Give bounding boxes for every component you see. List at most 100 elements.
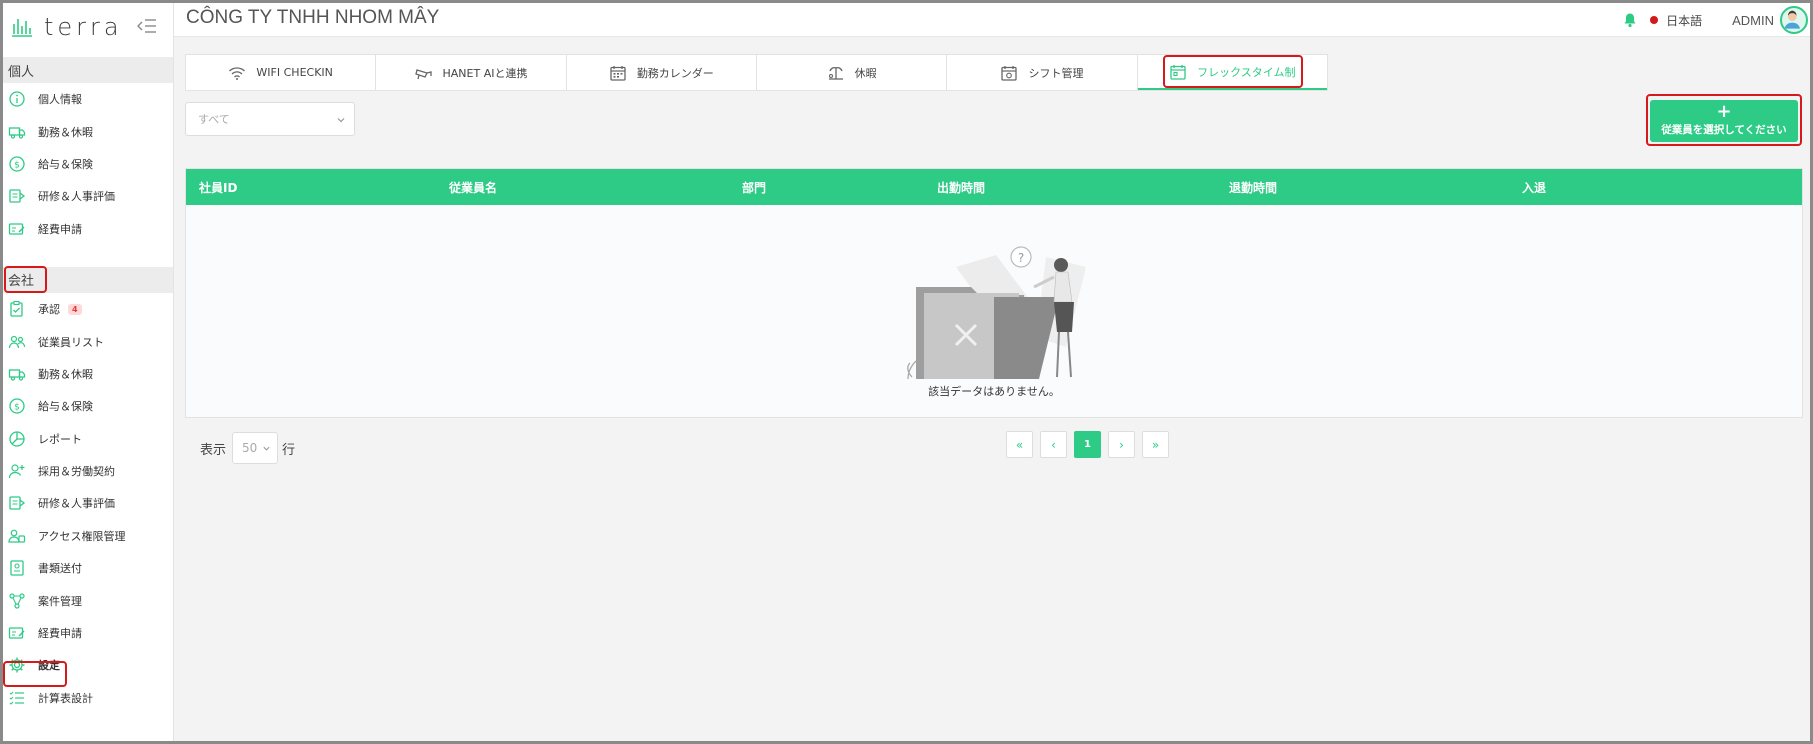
sidebar-item-label: 採用＆労働契約	[38, 465, 115, 479]
tab-work-calendar[interactable]: 勤務カレンダー	[567, 55, 757, 90]
sidebar-item-projects[interactable]: 案件管理	[3, 584, 173, 616]
tab-label: 勤務カレンダー	[636, 66, 714, 80]
flex-calendar-icon	[1169, 64, 1187, 80]
sidebar-item-employee-list[interactable]: 従業員リスト	[3, 325, 173, 357]
sidebar-item-label: 設定	[38, 659, 60, 673]
shift-icon	[1000, 65, 1018, 81]
list-icon	[8, 689, 26, 707]
approval-icon	[8, 300, 26, 318]
language-selector[interactable]: 日本語	[1666, 12, 1702, 29]
tab-label: シフト管理	[1028, 66, 1084, 80]
rows-per-page-select[interactable]: 50	[232, 432, 279, 464]
select-employee-label: 従業員を選択してください	[1661, 124, 1787, 136]
pagination: « ‹ 1 › »	[1006, 431, 1176, 458]
wifi-icon	[228, 65, 246, 81]
sidebar-item-label: 書類送付	[38, 562, 82, 576]
page-1-button[interactable]: 1	[1074, 431, 1101, 458]
avatar[interactable]	[1780, 6, 1808, 34]
tab-label: WIFI CHECKIN	[256, 66, 333, 79]
sidebar-item-label: 経費申請	[38, 627, 82, 641]
sidebar-item-label: 研修＆人事評価	[38, 190, 115, 204]
prev-page-button[interactable]: ‹	[1040, 431, 1067, 458]
user-add-icon	[8, 462, 26, 480]
sidebar-item-access[interactable]: アクセス権限管理	[3, 520, 173, 552]
tab-label: フレックスタイム制	[1197, 65, 1296, 79]
vacation-icon	[827, 65, 845, 81]
company-name: CÔNG TY TNHH NHOM MÂY	[186, 7, 440, 28]
sidebar-item-recruitment[interactable]: 採用＆労働契約	[3, 455, 173, 487]
tab-vacation[interactable]: 休暇	[757, 55, 948, 90]
svg-text:?: ?	[1018, 251, 1024, 265]
calendar-icon	[609, 65, 627, 81]
sidebar-item-company-attendance[interactable]: 勤務＆休暇	[3, 358, 173, 390]
collapse-menu-icon[interactable]	[137, 17, 157, 35]
rows-suffix: 行	[282, 442, 296, 458]
select-employee-button[interactable]: + 従業員を選択してください	[1650, 100, 1798, 142]
info-circle-icon	[8, 90, 26, 108]
sidebar-item-label: 計算表設計	[38, 691, 93, 705]
sidebar-item-label: レポート	[38, 432, 82, 446]
dollar-circle-icon: $	[8, 397, 26, 415]
filter-value: すべて	[198, 113, 230, 126]
section-company: 会社	[3, 266, 173, 293]
expense-icon	[8, 624, 26, 642]
bell-icon[interactable]	[1622, 12, 1638, 28]
network-icon	[8, 592, 26, 610]
camera-icon	[414, 65, 433, 81]
personal-nav: 個人情報 勤務＆休暇 $ 給与＆保険 研修＆人事評価 経費申請	[3, 83, 173, 245]
top-header: CÔNG TY TNHH NHOM MÂY 日本語 ADMIN	[174, 3, 1810, 37]
sidebar-item-label: 経費申請	[38, 222, 82, 236]
header-actions: 日本語 ADMIN	[1622, 3, 1810, 37]
col-clock-in: 出勤時間	[937, 181, 986, 195]
approval-count-badge: 4	[68, 303, 82, 315]
company-nav: 承認 4 従業員リスト 勤務＆休暇 $ 給与＆保険 レポート 採用＆労働契約 研…	[3, 293, 173, 714]
sidebar-item-personal-info[interactable]: 個人情報	[3, 83, 173, 115]
gear-icon	[8, 656, 26, 674]
tab-wifi-checkin[interactable]: WIFI CHECKIN	[186, 55, 377, 90]
show-label: 表示	[200, 442, 227, 458]
sidebar-item-label: アクセス権限管理	[38, 529, 126, 543]
tab-label: 休暇	[854, 66, 877, 80]
sidebar-item-report[interactable]: レポート	[3, 423, 173, 455]
tab-shift-management[interactable]: シフト管理	[947, 55, 1138, 90]
chevron-down-icon	[337, 118, 345, 123]
avatar-icon	[1784, 10, 1800, 29]
department-filter-select[interactable]: すべて	[185, 102, 355, 136]
sidebar-item-expense[interactable]: 経費申請	[3, 213, 173, 245]
first-page-button[interactable]: «	[1006, 431, 1033, 458]
svg-text:$: $	[14, 160, 20, 170]
sidebar-item-documents[interactable]: 書類送付	[3, 552, 173, 584]
sidebar-item-label: 承認	[38, 303, 60, 317]
flextime-table: 社員ID 従業員名 部門 出勤時間 退勤時間 入退 ? 該当データはありません。	[185, 168, 1803, 418]
sidebar-item-approval[interactable]: 承認 4	[3, 293, 173, 325]
sidebar-item-salary[interactable]: $ 給与＆保険	[3, 148, 173, 180]
document-icon	[8, 559, 26, 577]
empty-folder-illustration: ?	[907, 246, 1086, 380]
sidebar-item-training[interactable]: 研修＆人事評価	[3, 180, 173, 212]
sidebar-item-label: 従業員リスト	[38, 335, 104, 349]
user-name[interactable]: ADMIN	[1732, 13, 1774, 28]
sidebar-item-company-salary[interactable]: $ 給与＆保険	[3, 390, 173, 422]
sidebar-item-attendance[interactable]: 勤務＆休暇	[3, 115, 173, 147]
sidebar: terra 個人 個人情報 勤務＆休暇 $ 給与＆保険 研修＆人事評価 経費申請…	[3, 3, 174, 741]
users-icon	[8, 333, 26, 351]
col-employee-name: 従業員名	[449, 181, 498, 195]
rows-value: 50	[242, 441, 258, 455]
sidebar-item-label: 個人情報	[38, 93, 82, 107]
logo[interactable]: terra	[3, 3, 173, 51]
sidebar-item-company-expense[interactable]: 経費申請	[3, 617, 173, 649]
sidebar-item-settings[interactable]: 設定	[3, 649, 173, 681]
expense-icon	[8, 220, 26, 238]
sidebar-item-label: 研修＆人事評価	[38, 497, 115, 511]
col-in-out: 入退	[1522, 181, 1547, 195]
sidebar-item-calc-design[interactable]: 計算表設計	[3, 682, 173, 714]
tab-flextime[interactable]: フレックスタイム制	[1137, 55, 1327, 90]
table-header: 社員ID 従業員名 部門 出勤時間 退勤時間 入退	[186, 169, 1802, 205]
tab-label: HANET AIと連携	[442, 66, 528, 80]
tab-hanet-ai[interactable]: HANET AIと連携	[376, 55, 567, 90]
sidebar-item-company-training[interactable]: 研修＆人事評価	[3, 487, 173, 519]
last-page-button[interactable]: »	[1142, 431, 1169, 458]
next-page-button[interactable]: ›	[1108, 431, 1135, 458]
sidebar-item-label: 給与＆保険	[38, 400, 93, 414]
col-clock-out: 退勤時間	[1229, 181, 1278, 195]
